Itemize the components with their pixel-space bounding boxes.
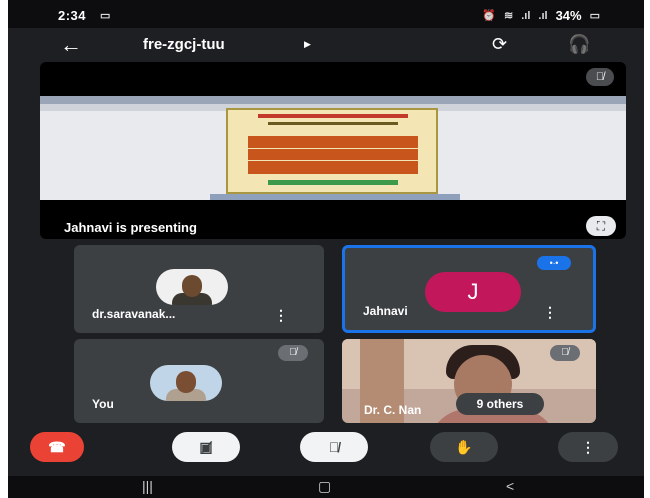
more-options-button[interactable]: ⋮: [558, 432, 618, 462]
meeting-header: ← fre-zgcj-tuu ▶ ⟳ 🎧: [8, 28, 644, 62]
participant-name: Jahnavi: [363, 304, 408, 318]
participant-name: dr.saravanak...: [92, 307, 176, 321]
camera-off-icon: ▣̸: [199, 438, 213, 455]
signal-icon: .ıl: [538, 9, 548, 22]
presentation-tile[interactable]: 🎙̸ Jahnavi is presenting ⛶: [40, 62, 626, 239]
browser-titlebar: [40, 96, 626, 104]
raise-hand-button[interactable]: ✋: [430, 432, 498, 462]
participant-tile-video[interactable]: 🎙̸ Dr. C. Nan 9 others: [342, 339, 596, 423]
battery-level: 34%: [555, 8, 582, 23]
status-time: 2:34: [58, 8, 87, 23]
avatar: [150, 365, 222, 401]
raise-hand-icon: ✋: [455, 438, 473, 455]
camera-toggle-button[interactable]: ▣̸: [172, 432, 240, 462]
alarm-icon: ⏰: [482, 10, 496, 22]
participant-name: You: [92, 397, 114, 411]
audio-level-icon: •∙•: [537, 256, 571, 270]
end-call-button[interactable]: ☎: [30, 432, 84, 462]
fullscreen-icon[interactable]: ⛶: [586, 216, 616, 236]
home-icon[interactable]: ▢: [318, 478, 331, 495]
mic-off-icon: 🎙̸: [328, 439, 340, 455]
participant-tile[interactable]: dr.saravanak... ⋮: [74, 245, 324, 333]
call-end-icon: ☎: [48, 438, 66, 455]
more-vert-icon: ⋮: [581, 438, 595, 455]
back-icon[interactable]: <: [506, 478, 514, 494]
shared-screen: [40, 96, 626, 200]
more-vert-icon[interactable]: ⋮: [274, 308, 288, 322]
caret-right-icon[interactable]: ▶: [304, 39, 311, 50]
mic-off-icon: 🎙̸: [278, 345, 308, 361]
participant-tile-self[interactable]: 🎙̸ You: [74, 339, 324, 423]
more-vert-icon[interactable]: ⋮: [543, 305, 557, 319]
taskbar: [210, 194, 460, 200]
signal-icon: .ıl: [521, 9, 531, 22]
others-count-button[interactable]: 9 others: [456, 393, 544, 415]
meeting-code[interactable]: fre-zgcj-tuu: [143, 36, 225, 53]
avatar: J: [425, 272, 521, 312]
battery-icon: ▭: [589, 10, 600, 22]
mic-off-icon: 🎙̸: [586, 68, 614, 86]
wifi-icon: ≋: [504, 10, 514, 22]
cast-icon: ▭: [100, 10, 111, 22]
switch-camera-icon[interactable]: ⟳: [492, 34, 507, 55]
system-navigation-bar: ||| ▢ <: [8, 476, 644, 498]
avatar: [156, 269, 228, 305]
shared-document: [226, 108, 438, 194]
arrow-left-icon[interactable]: ←: [60, 32, 82, 58]
participant-tile-active-speaker[interactable]: •∙• J Jahnavi ⋮: [342, 245, 596, 333]
mic-off-icon: 🎙̸: [550, 345, 580, 361]
recents-icon[interactable]: |||: [142, 478, 153, 494]
phone-screen: 2:34 ▭ ⏰ ≋ .ıl .ıl 34% ▭ ← fre-zgcj-tuu …: [8, 0, 644, 498]
status-icons: ⏰ ≋ .ıl .ıl 34% ▭: [482, 8, 600, 23]
participant-name: Dr. C. Nan: [364, 403, 422, 417]
headphones-icon[interactable]: 🎧: [568, 34, 590, 55]
mic-toggle-button[interactable]: 🎙̸: [300, 432, 368, 462]
call-controls: ☎ ▣̸ 🎙̸ ✋ ⋮: [8, 424, 644, 476]
presenter-label: Jahnavi is presenting: [64, 220, 197, 235]
status-bar: 2:34 ▭ ⏰ ≋ .ıl .ıl 34% ▭: [8, 0, 644, 28]
